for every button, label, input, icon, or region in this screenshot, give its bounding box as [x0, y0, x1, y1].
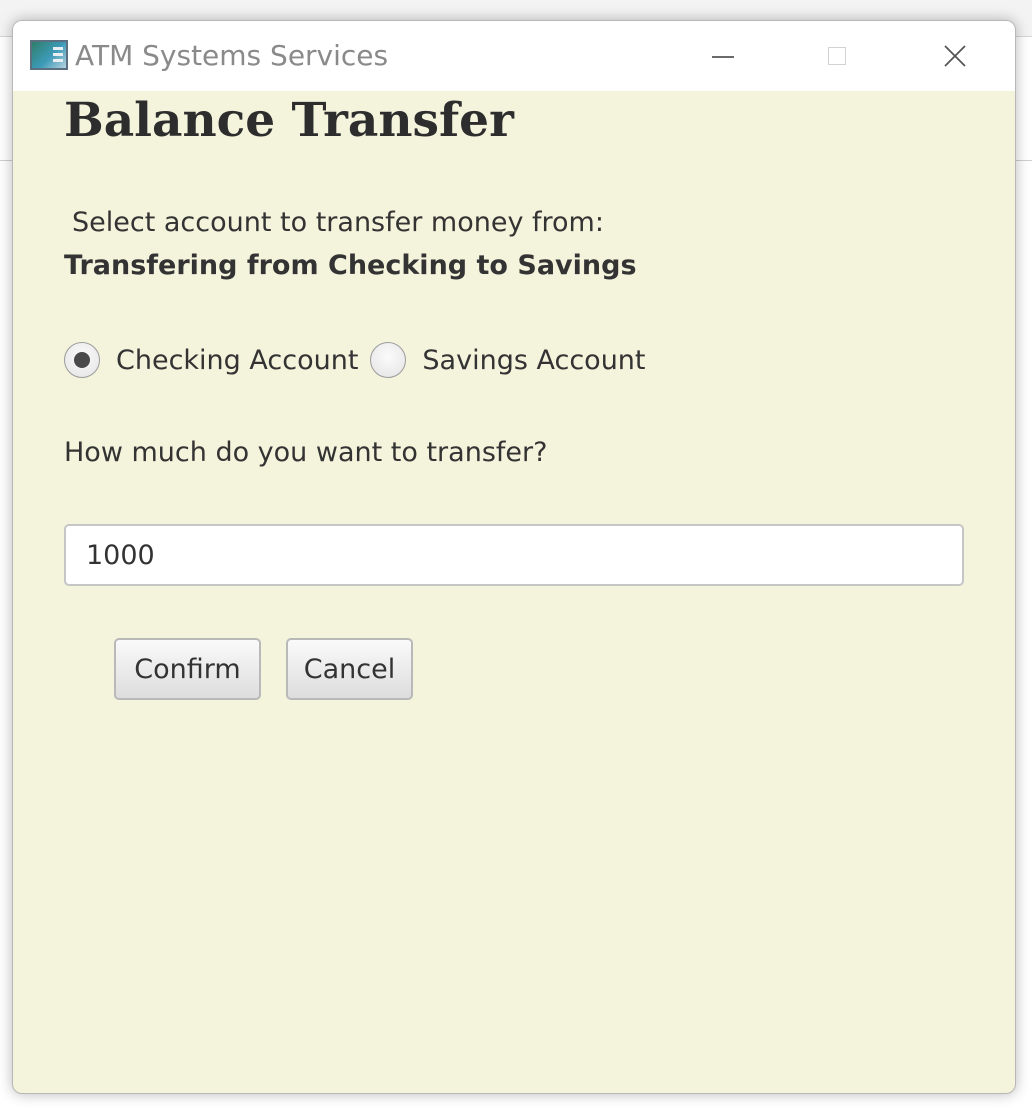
- transfer-status-text: Transfering from Checking to Savings: [64, 250, 637, 281]
- window-title: ATM Systems Services: [75, 39, 389, 72]
- close-button[interactable]: [899, 21, 1009, 91]
- dialog-heading: Balance Transfer: [64, 93, 514, 148]
- app-icon-bar: [53, 53, 63, 56]
- maximize-icon: [828, 47, 846, 65]
- minimize-button[interactable]: [668, 21, 778, 91]
- confirm-button[interactable]: Confirm: [114, 638, 261, 700]
- select-account-prompt: Select account to transfer money from:: [72, 207, 604, 238]
- amount-input[interactable]: [64, 524, 964, 586]
- savings-account-radio[interactable]: Savings Account: [370, 342, 657, 378]
- savings-account-label[interactable]: Savings Account: [422, 345, 645, 376]
- amount-prompt: How much do you want to transfer?: [64, 437, 548, 468]
- account-radio-group: Checking Account Savings Account: [64, 339, 658, 381]
- cancel-button[interactable]: Cancel: [286, 638, 413, 700]
- maximize-button[interactable]: [783, 21, 893, 91]
- radio-selected-dot: [74, 352, 90, 368]
- title-bar[interactable]: ATM Systems Services: [13, 21, 1015, 91]
- checking-account-radio[interactable]: Checking Account: [64, 342, 370, 378]
- balance-transfer-dialog: ATM Systems Services Balance Transfer Se…: [12, 20, 1016, 1094]
- radio-circle[interactable]: [64, 342, 100, 378]
- minimize-icon: [712, 56, 734, 58]
- app-icon-bar: [53, 47, 63, 50]
- checking-account-label[interactable]: Checking Account: [116, 345, 358, 376]
- app-icon: [30, 40, 68, 70]
- app-icon-bar: [53, 59, 63, 62]
- radio-circle[interactable]: [370, 342, 407, 378]
- close-icon: [944, 45, 966, 67]
